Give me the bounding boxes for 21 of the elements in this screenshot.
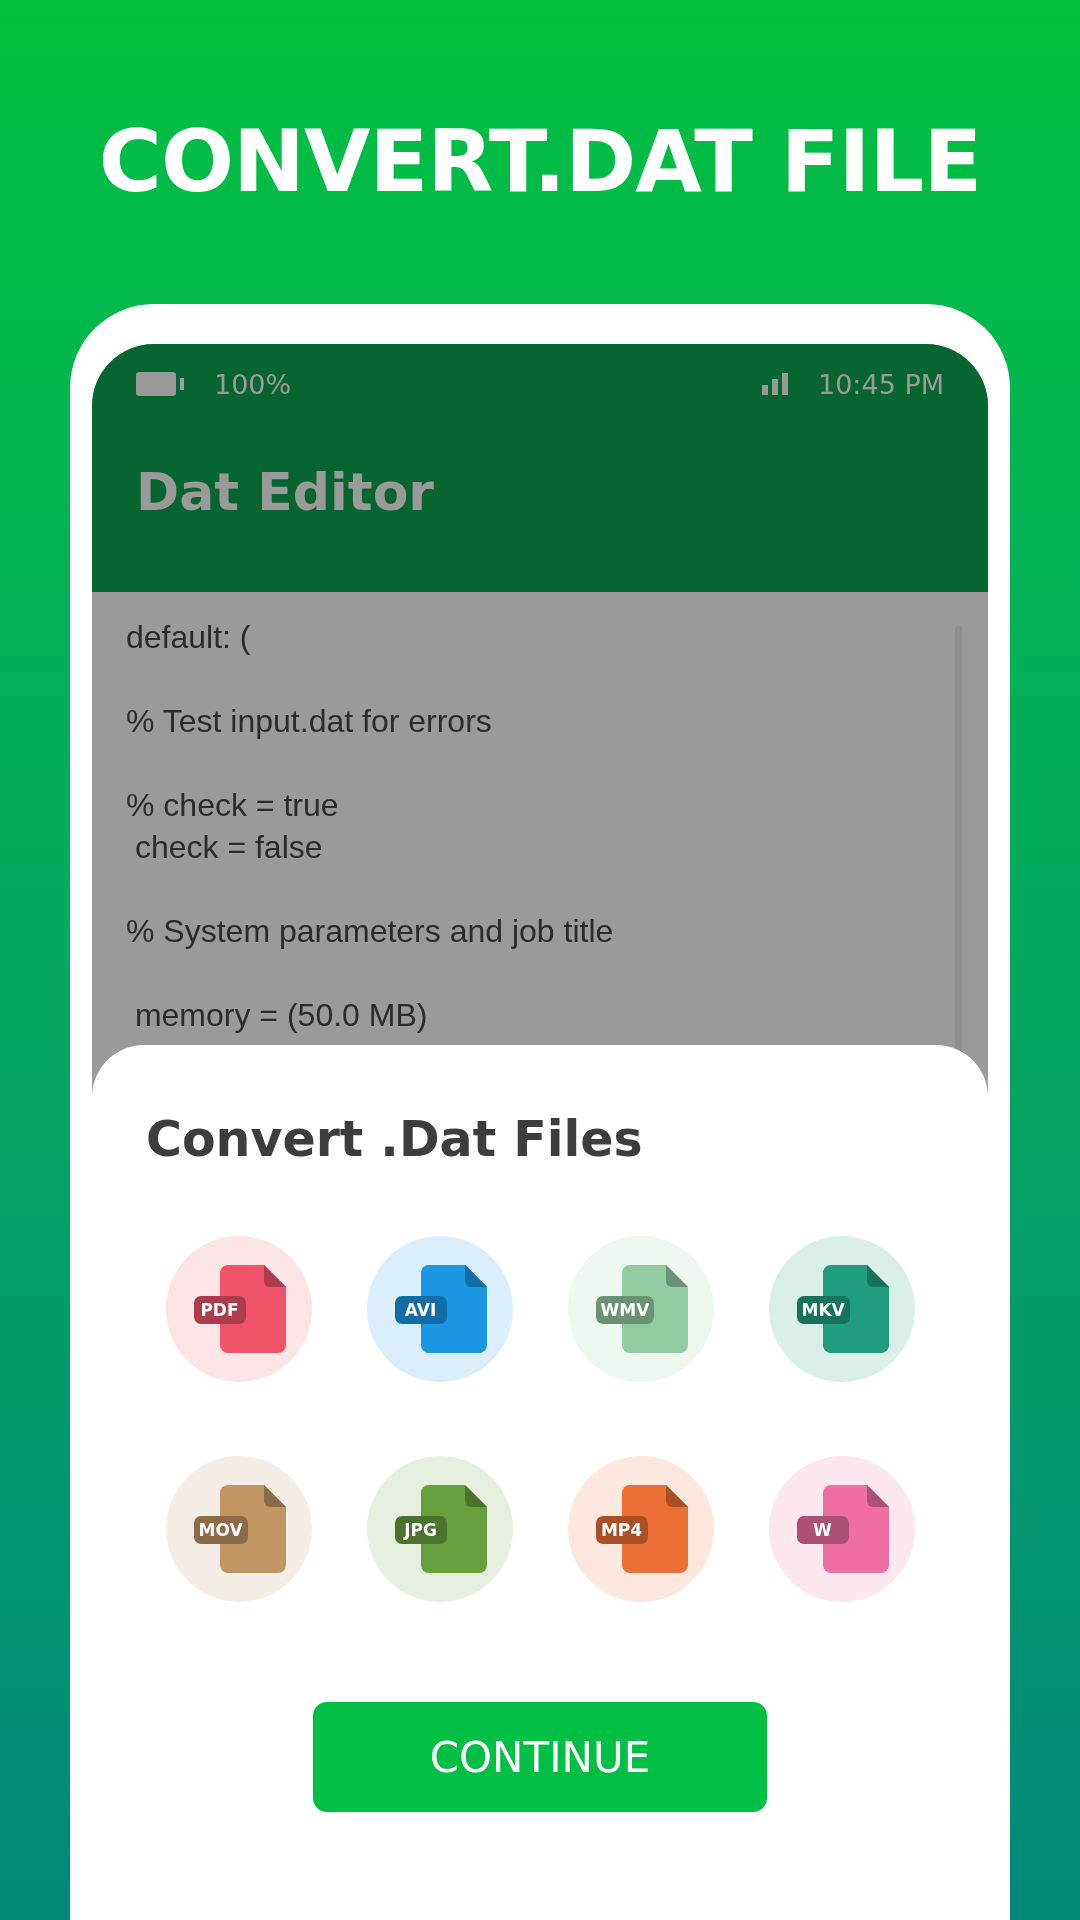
code-line: memory = (50.0 MB)	[133, 996, 429, 1035]
signal-icon	[762, 373, 788, 395]
battery-level: 100%	[214, 368, 292, 400]
battery-icon	[136, 372, 184, 396]
format-option[interactable]: MP4	[567, 1456, 714, 1602]
format-option[interactable]: WMV	[567, 1236, 714, 1382]
headline: CONVERT.DAT FILE	[98, 118, 982, 204]
code-line: check = false	[133, 828, 324, 867]
format-option[interactable]: MOV	[165, 1456, 312, 1602]
code-line: % Test input.dat for errors	[126, 702, 493, 741]
code-line: % System parameters and job title	[126, 912, 615, 951]
sheet-title: Convert .Dat Files	[146, 1111, 643, 1168]
format-option[interactable]: JPG	[366, 1456, 513, 1602]
format-option[interactable]: MKV	[768, 1236, 915, 1382]
code-line: % check = true	[126, 786, 340, 825]
format-option[interactable]: W	[768, 1456, 915, 1602]
format-option[interactable]: PDF	[165, 1236, 312, 1382]
app-title: Dat Editor	[136, 462, 435, 522]
code-line: default: (	[126, 618, 252, 657]
clock: 10:45 PM	[818, 368, 944, 400]
format-option[interactable]: AVI	[366, 1236, 513, 1382]
